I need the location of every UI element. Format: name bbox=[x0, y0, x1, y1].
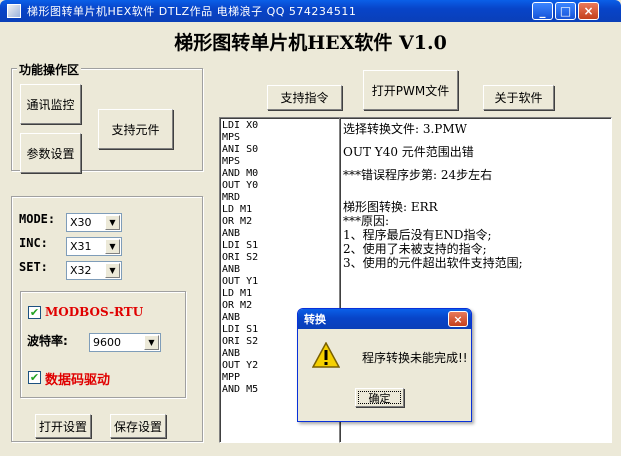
chevron-down-icon[interactable]: ▼ bbox=[105, 239, 120, 254]
baud-value: 9600 bbox=[93, 336, 121, 349]
about-button[interactable]: 关于软件 bbox=[483, 85, 554, 110]
code-line: LD M1 bbox=[222, 204, 253, 215]
mode-select[interactable]: X30 ▼ bbox=[66, 213, 122, 232]
code-line: MRD bbox=[222, 192, 241, 203]
inc-select[interactable]: X31 ▼ bbox=[66, 237, 122, 256]
baud-label: 波特率: bbox=[27, 334, 68, 348]
output-line: 2、使用了未被支持的指令; bbox=[343, 242, 487, 256]
baud-select[interactable]: 9600 ▼ bbox=[89, 333, 161, 352]
code-line: ANB bbox=[222, 228, 241, 239]
support-instructions-button[interactable]: 支持指令 bbox=[267, 85, 342, 110]
code-line: MPS bbox=[222, 132, 241, 143]
output-line: ***原因: bbox=[343, 214, 390, 228]
minimize-button[interactable]: _ bbox=[532, 2, 553, 20]
mode-label: MODE: bbox=[19, 212, 56, 226]
code-line: LDI X0 bbox=[222, 120, 259, 131]
title-bar: 梯形图转单片机HEX软件 DTLZ作品 电梯浪子 QQ 574234511 _ … bbox=[0, 0, 621, 22]
code-line: OR M2 bbox=[222, 216, 253, 227]
output-line: ***错误程序步第: 24步左右 bbox=[343, 168, 493, 182]
chevron-down-icon[interactable]: ▼ bbox=[105, 215, 120, 230]
app-icon bbox=[7, 4, 21, 18]
open-settings-button[interactable]: 打开设置 bbox=[35, 414, 91, 438]
dialog-ok-button[interactable]: 确定 bbox=[355, 388, 404, 407]
function-area-label: 功能操作区 bbox=[17, 61, 82, 78]
modbus-checkbox[interactable]: ✔ bbox=[28, 306, 41, 319]
code-line: OUT Y1 bbox=[222, 276, 259, 287]
support-component-button[interactable]: 支持元件 bbox=[98, 109, 173, 149]
app-heading: 梯形图转单片机HEX软件 V1.0 bbox=[174, 32, 447, 54]
set-select[interactable]: X32 ▼ bbox=[66, 261, 122, 280]
code-line: ANI S0 bbox=[222, 144, 259, 155]
inc-value: X31 bbox=[70, 240, 92, 253]
output-line: 梯形图转换: ERR bbox=[343, 200, 438, 214]
output-line: 3、使用的元件超出软件支持范围; bbox=[343, 256, 523, 270]
modbus-label: MODBOS-RTU bbox=[45, 305, 144, 319]
set-value: X32 bbox=[70, 264, 92, 277]
open-pwm-file-button[interactable]: 打开PWM文件 bbox=[363, 70, 458, 110]
close-button[interactable]: × bbox=[578, 2, 599, 20]
inc-label: INC: bbox=[19, 236, 48, 250]
output-line: 选择转换文件: 3.PMW bbox=[343, 122, 468, 136]
code-line: AND M0 bbox=[222, 168, 259, 179]
chevron-down-icon[interactable]: ▼ bbox=[105, 263, 120, 278]
digit-driver-checkbox[interactable]: ✔ bbox=[28, 371, 41, 384]
param-settings-button[interactable]: 参数设置 bbox=[20, 133, 81, 173]
set-label: SET: bbox=[19, 260, 48, 274]
chevron-down-icon[interactable]: ▼ bbox=[144, 335, 159, 350]
code-line: LD M1 bbox=[222, 288, 253, 299]
code-line: LDI S1 bbox=[222, 240, 259, 251]
code-line: OUT Y0 bbox=[222, 180, 259, 191]
warning-icon bbox=[312, 342, 340, 368]
output-line: OUT Y40 元件范围出错 bbox=[343, 145, 474, 159]
dialog-title: 转换 bbox=[304, 313, 326, 326]
code-line: ORI S2 bbox=[222, 252, 259, 263]
output-list: 选择转换文件: 3.PMW OUT Y40 元件范围出错 ***错误程序步第: 24… bbox=[343, 122, 611, 270]
dialog-close-button[interactable]: × bbox=[448, 311, 468, 327]
dialog-message: 程序转换未能完成!! bbox=[362, 351, 468, 365]
save-settings-button[interactable]: 保存设置 bbox=[110, 414, 166, 438]
code-line: ANB bbox=[222, 264, 241, 275]
maximize-button[interactable]: □ bbox=[555, 2, 576, 20]
digit-driver-label: 数据码驱动 bbox=[45, 373, 111, 388]
conversion-dialog: 转换 × 程序转换未能完成!! 确定 bbox=[297, 308, 472, 422]
dialog-title-bar: 转换 × bbox=[298, 309, 471, 329]
output-line: 1、程序最后没有END指令; bbox=[343, 228, 492, 242]
code-line: MPS bbox=[222, 156, 241, 167]
comm-monitor-button[interactable]: 通讯监控 bbox=[20, 84, 81, 124]
mode-value: X30 bbox=[70, 216, 92, 229]
window-title: 梯形图转单片机HEX软件 DTLZ作品 电梯浪子 QQ 574234511 bbox=[27, 5, 357, 18]
